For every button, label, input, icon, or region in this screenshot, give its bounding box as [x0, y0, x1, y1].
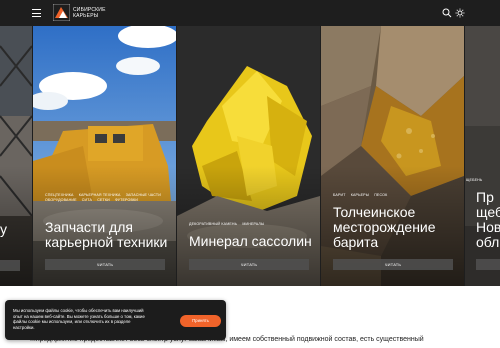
tag[interactable]: Минералы	[242, 222, 264, 226]
card-tags: Декоративный камень Минералы	[189, 222, 311, 227]
card-barite[interactable]: Барит Карьеры Песок Толчеинское месторож…	[321, 26, 464, 286]
card-title-line: Запчасти для	[45, 219, 133, 235]
logo-line2: КАРЬЕРЫ	[73, 13, 99, 19]
tag[interactable]: Карьерная техника	[79, 193, 121, 197]
card-title-line: щеб	[476, 204, 500, 220]
card-title: Минерал сассолин	[189, 234, 312, 249]
card-partial-left[interactable]: у	[0, 26, 32, 286]
tag[interactable]: Футеровки	[115, 198, 138, 202]
card-title-fragment: у	[0, 221, 7, 237]
card-title-line: карьерной техники	[45, 234, 168, 250]
site-header: СИБИРСКИЕ КАРЬЕРЫ	[0, 0, 500, 26]
read-button[interactable]: Читать	[45, 259, 165, 270]
card-title-line: Толчеинское	[333, 204, 416, 220]
tag[interactable]: Карьеры	[351, 193, 369, 197]
card-title: Толчеинское месторождение барита	[333, 205, 436, 250]
menu-icon[interactable]	[32, 9, 41, 17]
card-tags: Барит Карьеры Песок	[333, 193, 455, 198]
card-title-line: Пр	[476, 189, 494, 205]
accept-cookies-button[interactable]: Принять	[180, 315, 221, 327]
card-title-line: барита	[333, 234, 379, 250]
tag[interactable]: Сетки	[97, 198, 110, 202]
logo-mark-icon	[53, 4, 70, 21]
read-button-partial[interactable]	[476, 259, 500, 270]
card-title-fragment: Пр щеб Нов обл	[476, 190, 500, 250]
tag[interactable]: Щебень	[466, 178, 482, 182]
card-tags: Щебень	[466, 178, 486, 183]
card-title-line: обл	[476, 234, 500, 250]
cookie-banner: Мы используем файлы cookie, чтобы обеспе…	[5, 300, 226, 340]
read-button-partial[interactable]	[0, 260, 20, 271]
card-quarry-parts[interactable]: Спецтехника Карьерная техника Запасные ч…	[33, 26, 176, 286]
card-title: Запчасти для карьерной техники	[45, 220, 167, 250]
card-title-line: Минерал сассолин	[189, 233, 312, 249]
card-title-line: Нов	[476, 219, 500, 235]
tag[interactable]: Сита	[82, 198, 92, 202]
tag[interactable]: Песок	[374, 193, 387, 197]
read-button[interactable]: Читать	[333, 259, 453, 270]
card-title-line: месторождение	[333, 219, 436, 235]
read-button[interactable]: Читать	[189, 259, 309, 270]
logo[interactable]: СИБИРСКИЕ КАРЬЕРЫ	[53, 4, 133, 22]
tag[interactable]: Барит	[333, 193, 346, 197]
search-icon[interactable]	[442, 8, 452, 18]
tag[interactable]: Декоративный камень	[189, 222, 237, 226]
card-sassolite[interactable]: Декоративный камень Минералы Минерал сас…	[177, 26, 320, 286]
tag[interactable]: Оборудование	[45, 198, 77, 202]
theme-sun-icon[interactable]	[455, 8, 465, 18]
cookie-text: Мы используем файлы cookie, чтобы обеспе…	[13, 308, 145, 330]
card-tags: Спецтехника Карьерная техника Запасные ч…	[45, 193, 167, 204]
card-partial-right[interactable]: Щебень Пр щеб Нов обл	[465, 26, 500, 286]
tag[interactable]: Запасные части	[126, 193, 161, 197]
tag[interactable]: Спецтехника	[45, 193, 74, 197]
